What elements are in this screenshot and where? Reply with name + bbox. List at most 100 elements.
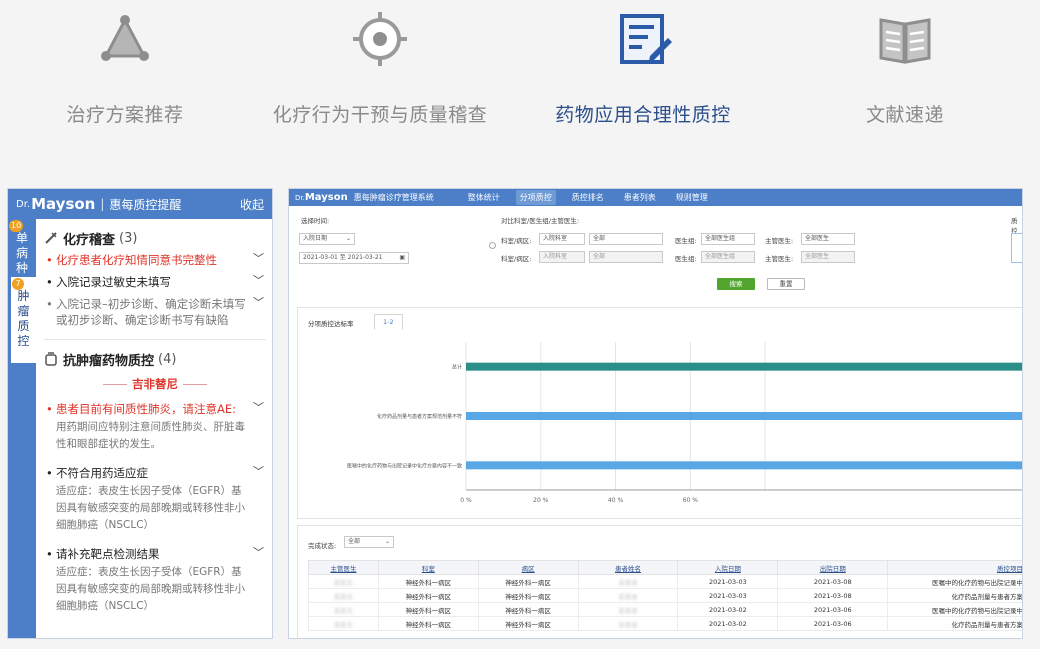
col-ward[interactable]: 病区 [477,560,579,575]
feature-tabs: 治疗方案推荐 化疗行为干预与质量稽查 药物应用合理性质控 文献速递 [0,0,1040,150]
nav-patient-list[interactable]: 患者列表 [620,190,660,205]
section-count: (4) [158,351,177,367]
group-select[interactable]: 全部医生组 [701,233,755,245]
cell-patient: 某患者 [577,616,679,631]
target-icon [353,12,407,66]
cell-admit: 2021-03-03 [677,588,779,603]
list-item[interactable]: • 不符合用药适应症 ﹀ 适应症：表皮生长因子受体（EGFR）基因具有敏感突变的局… [44,462,266,537]
chevron-down-icon[interactable]: ﹀ [253,400,264,416]
doctor-select[interactable]: 全部医生 [801,233,855,245]
table-row[interactable]: 某医生 神经外科一病区 神经外科一病区 某患者 2021-03-03 2021-… [308,588,1022,603]
tab-label: 化疗行为干预与质量稽查 [272,104,488,126]
panel-header: Dr. Mayson | 惠每质控提醒 收起 [8,189,272,219]
item-text: 患者目前有间质性肺炎，请注意AE: [56,402,237,416]
chart-tab-rate[interactable]: 分项质控达标率 [308,318,354,328]
section-chemo-audit[interactable]: 化疗稽查 (3) [44,227,266,249]
table-row[interactable]: 某医生 神经外科一病区 神经外科一病区 某患者 2021-03-02 2021-… [308,602,1022,617]
vtab-single-disease[interactable]: 10 单 病 种 [8,219,36,277]
dept-select[interactable]: 全部 [589,233,663,245]
category-label: 总计 [452,364,462,371]
table-panel: 完成状态: 全部 ⌄ 主管医生 科室 病区 患者姓名 入院日期 出院日期 质控项… [297,525,1022,638]
compare-radio[interactable] [489,242,496,249]
cell-discharge: 2021-03-06 [777,616,889,631]
select-value: 全部医生组 [705,253,736,260]
item-text: 入院记录过敏史未填写 [56,275,171,289]
cell-dept: 神经外科一病区 [377,574,479,589]
col-dept[interactable]: 科室 [377,560,479,575]
cell-dept: 神经外科一病区 [377,616,479,631]
brand-logo: Mayson [304,192,348,203]
cell-ward: 神经外科一病区 [477,588,579,603]
list-item[interactable]: • 入院记录–初步诊断、确定诊断未填写或初步诊断、确定诊断书写有缺陷 ﹀ [44,293,266,331]
vertical-tabs: 10 单 病 种 7 肿 瘤 质 控 [8,219,36,638]
chevron-down-icon[interactable]: ﹀ [253,273,264,289]
drug-name: 吉非替尼 [44,376,266,392]
col-patient[interactable]: 患者姓名 [577,560,679,575]
select-value: 全部 [593,253,606,260]
search-button[interactable]: 搜索 [717,278,755,290]
list-item[interactable]: • 请补充靶点检测结果 ﹀ 适应症：表皮生长因子受体（EGFR）基因具有敏感突变的… [44,543,266,618]
chevron-down-icon[interactable]: ﹀ [253,545,264,561]
cell-admit: 2021-03-02 [677,616,779,631]
qc-side-box[interactable] [1011,233,1022,263]
vtab-tumor-qc[interactable]: 7 肿 瘤 质 控 [8,277,36,363]
nav-qc-ranking[interactable]: 质控排名 [568,190,608,205]
cell-ward: 神经外科一病区 [477,616,579,631]
dept-label: 科室/病区: [501,237,532,245]
list-item[interactable]: • 入院记录过敏史未填写 ﹀ [44,271,266,293]
nav-overall-stats[interactable]: 整体统计 [464,190,504,205]
cell-doctor: 某医生 [308,602,379,617]
select-value: 全部 [348,538,361,545]
dept-type-select[interactable]: 入院科室 [539,233,585,245]
col-doctor[interactable]: 主管医生 [308,560,379,575]
select-value: 入院科室 [543,235,568,242]
list-item[interactable]: • 化疗患者化疗知情同意书完整性 ﹀ [44,249,266,271]
cell-admit: 2021-03-03 [677,574,779,589]
collapse-button[interactable]: 收起 [240,196,264,213]
chart-panel: 分项质控达标率 1-2 0 % 20 % 40 % 60 % 总计 化疗药品剂量与患者方案… [297,307,1022,519]
status-select[interactable]: 全部 ⌄ [344,536,394,548]
cell-qc-item: 化疗药品剂量与患者方案 [887,616,1022,631]
tab-drug-rationality[interactable]: 药物应用合理性质控 [518,0,768,150]
qc-label: 质控 [1011,217,1018,235]
doctor-select-2[interactable]: 全部医生 [801,251,855,263]
table-row[interactable]: 某医生 神经外科一病区 神经外科一病区 某患者 2021-03-02 2021-… [308,616,1022,631]
date-range-input[interactable]: 2021-03-01 至 2021-03-21 ▣ [299,252,409,264]
dept-select-2[interactable]: 全部 [589,251,663,263]
table-row[interactable]: 某医生 神经外科一病区 神经外科一病区 某患者 2021-03-03 2021-… [308,574,1022,589]
dept-type-select-2[interactable]: 入院科室 [539,251,585,263]
chevron-down-icon[interactable]: ﹀ [253,464,264,480]
x-tick-label: 0 % [460,497,472,504]
brand-prefix: Dr. [16,198,31,210]
chevron-down-icon: ⌄ [384,538,390,545]
cell-discharge: 2021-03-06 [777,602,889,617]
nav-rule-management[interactable]: 规则管理 [672,190,712,205]
col-admit-date[interactable]: 入院日期 [677,560,779,575]
select-value: 入院日期 [303,235,328,242]
reset-button[interactable]: 重置 [767,278,805,290]
tab-chemo-audit[interactable]: 化疗行为干预与质量稽查 [255,0,505,150]
group-label: 医生组: [675,255,697,263]
count-badge: 10 [9,220,24,232]
section-antitumor-drug-qc[interactable]: 抗肿瘤药物质控 (4) [44,348,266,370]
col-discharge-date[interactable]: 出院日期 [777,560,889,575]
tab-treatment-recommendation[interactable]: 治疗方案推荐 [0,0,250,150]
section-count: (3) [119,230,138,246]
cell-doctor: 某医生 [308,574,379,589]
item-text: 化疗患者化疗知情同意书完整性 [56,253,217,267]
x-tick-label: 20 % [533,497,549,504]
document-edit-icon [620,14,672,64]
col-qc-item[interactable]: 质控项目 [887,560,1022,575]
vtab-label: 肿 瘤 质 控 [17,289,30,348]
cell-patient: 某患者 [577,574,679,589]
x-tick-label: 60 % [683,497,699,504]
nav-item-qc[interactable]: 分项质控 [515,190,556,205]
chevron-down-icon[interactable]: ﹀ [253,295,264,311]
list-item[interactable]: • 患者目前有间质性肺炎，请注意AE: ﹀ 用药期间应特别注意间质性肺炎、肝脏毒性… [44,398,266,456]
time-type-select[interactable]: 入院日期 ⌄ [299,233,355,245]
chevron-down-icon[interactable]: ﹀ [253,251,264,267]
chart-tab-1-2[interactable]: 1-2 [374,314,403,330]
group-select-2[interactable]: 全部医生组 [701,251,755,263]
chevron-down-icon: ⌄ [345,235,351,242]
tab-literature[interactable]: 文献速递 [780,0,1030,150]
